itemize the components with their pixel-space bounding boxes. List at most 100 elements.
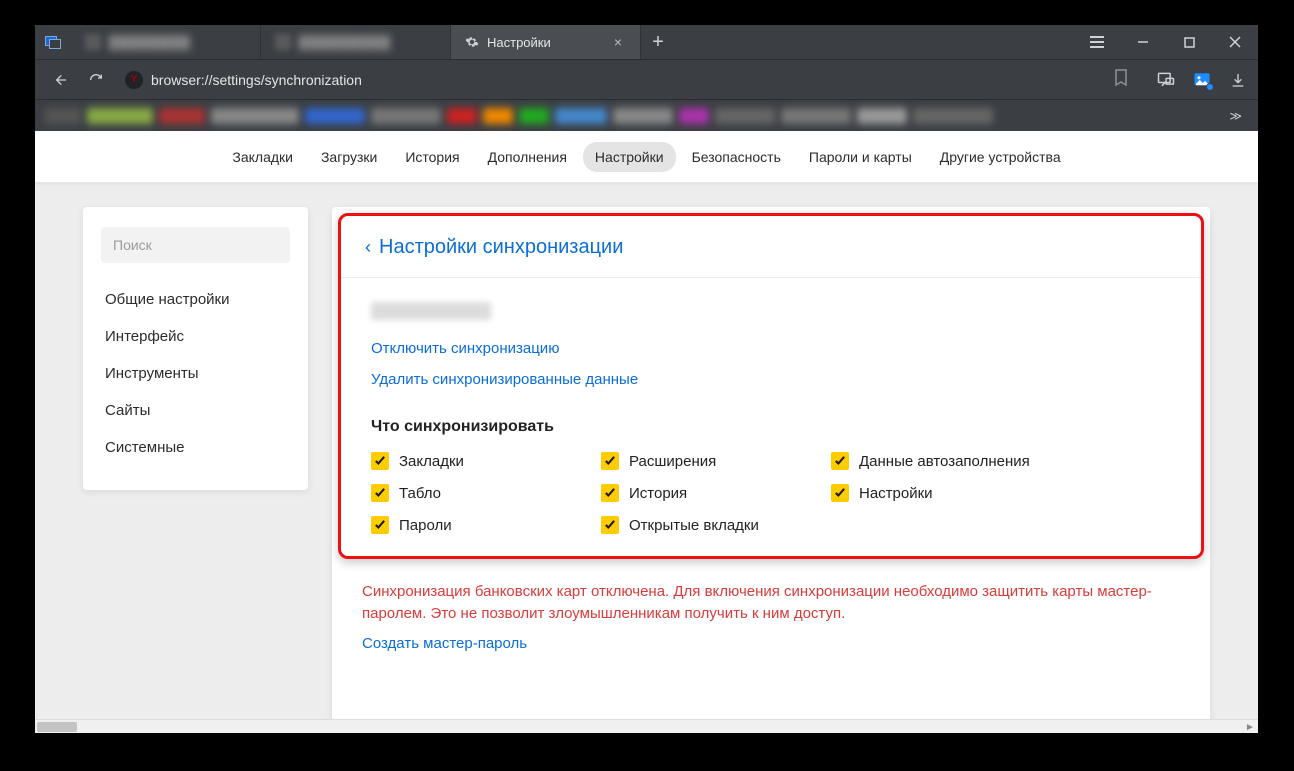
checkbox[interactable] xyxy=(371,516,389,534)
topmenu-item[interactable]: Настройки xyxy=(583,142,676,172)
horizontal-scrollbar[interactable]: ◄ ► xyxy=(35,719,1258,733)
sidebar-item[interactable]: Системные xyxy=(83,429,308,466)
topmenu-item[interactable]: История xyxy=(393,142,471,172)
bookmark-chip[interactable] xyxy=(447,108,477,124)
close-window-button[interactable] xyxy=(1212,25,1258,59)
feedback-icon[interactable] xyxy=(1156,70,1176,90)
settings-search-input[interactable] xyxy=(101,227,290,263)
sidebar-item[interactable]: Общие настройки xyxy=(83,281,308,318)
bookmarks-overflow-button[interactable]: ≫ xyxy=(1223,109,1248,123)
site-identity-icon[interactable]: Y xyxy=(125,71,143,89)
checkbox[interactable] xyxy=(371,452,389,470)
sync-checkbox: Настройки xyxy=(831,484,1171,502)
create-master-password-link[interactable]: Создать мастер-пароль xyxy=(362,635,527,652)
maximize-button[interactable] xyxy=(1166,25,1212,59)
sync-heading: Что синхронизировать xyxy=(371,418,1171,436)
sidebar-item[interactable]: Сайты xyxy=(83,392,308,429)
sync-checkbox: Открытые вкладки xyxy=(601,516,831,534)
bookmark-chip[interactable] xyxy=(857,108,907,124)
checkbox[interactable] xyxy=(831,484,849,502)
sync-checkbox: Расширения xyxy=(601,452,831,470)
scroll-right-icon[interactable]: ► xyxy=(1242,720,1258,733)
tab-label: ████████ xyxy=(109,35,191,50)
bookmark-chip[interactable] xyxy=(519,108,549,124)
warning-block: Синхронизация банковских карт отключена.… xyxy=(332,565,1210,653)
sync-checkbox: Закладки xyxy=(371,452,601,470)
bookmark-chip[interactable] xyxy=(613,108,673,124)
bookmark-icon[interactable] xyxy=(1114,69,1128,91)
reload-button[interactable] xyxy=(81,65,111,95)
bookmark-chip[interactable] xyxy=(555,108,607,124)
checkbox-label[interactable]: Данные автозаполнения xyxy=(859,453,1030,470)
back-chevron-icon[interactable]: ‹ xyxy=(365,237,371,258)
bookmarks-bar: ≫ xyxy=(35,99,1258,131)
browser-window: ████████ █████████ Настройки × + Y br xyxy=(34,24,1259,734)
checkbox[interactable] xyxy=(601,516,619,534)
checkbox-label[interactable]: Открытые вкладки xyxy=(629,517,759,534)
highlight-box: ‹ Настройки синхронизации Отключить синх… xyxy=(338,213,1204,559)
panel-header: ‹ Настройки синхронизации xyxy=(341,216,1201,278)
tab-active[interactable]: Настройки × xyxy=(451,25,641,59)
checkbox[interactable] xyxy=(601,452,619,470)
tab[interactable]: ████████ xyxy=(71,25,261,59)
arrow-left-icon xyxy=(52,72,68,88)
sync-checkbox: Табло xyxy=(371,484,601,502)
bookmark-chip[interactable] xyxy=(159,108,205,124)
picture-badge-icon[interactable] xyxy=(1192,70,1212,90)
minimize-icon xyxy=(1137,36,1149,48)
settings-sidebar: Общие настройкиИнтерфейсИнструментыСайты… xyxy=(83,207,308,490)
sidebar-item[interactable]: Интерфейс xyxy=(83,318,308,355)
topmenu-item[interactable]: Загрузки xyxy=(309,142,389,172)
hamburger-icon xyxy=(1090,36,1104,48)
bookmark-chip[interactable] xyxy=(211,108,299,124)
gear-icon xyxy=(465,35,479,49)
close-tab-button[interactable]: × xyxy=(610,34,626,50)
cascade-windows-icon[interactable] xyxy=(45,36,61,48)
checkbox-label[interactable]: Закладки xyxy=(399,453,464,470)
account-name-blurred xyxy=(371,302,491,320)
bookmark-chip[interactable] xyxy=(305,108,365,124)
checkbox-label[interactable]: Табло xyxy=(399,485,441,502)
sidebar-item[interactable]: Инструменты xyxy=(83,355,308,392)
content-area: ЗакладкиЗагрузкиИсторияДополненияНастрой… xyxy=(35,131,1258,733)
bookmark-chip[interactable] xyxy=(715,108,775,124)
topmenu-item[interactable]: Закладки xyxy=(220,142,305,172)
checkbox-label[interactable]: История xyxy=(629,485,687,502)
tab-label: Настройки xyxy=(487,35,551,50)
checkbox[interactable] xyxy=(371,484,389,502)
warning-text: Синхронизация банковских карт отключена.… xyxy=(362,581,1180,625)
back-button[interactable] xyxy=(45,65,75,95)
topmenu-item[interactable]: Другие устройства xyxy=(928,142,1073,172)
tab[interactable]: █████████ xyxy=(261,25,451,59)
checkbox-label[interactable]: Расширения xyxy=(629,453,716,470)
sync-checkbox: История xyxy=(601,484,831,502)
tabs-strip: ████████ █████████ Настройки × + xyxy=(71,25,1074,59)
topmenu-item[interactable]: Безопасность xyxy=(680,142,793,172)
checkbox[interactable] xyxy=(831,452,849,470)
bookmark-chip[interactable] xyxy=(483,108,513,124)
tab-label: █████████ xyxy=(299,35,391,50)
new-tab-button[interactable]: + xyxy=(641,25,675,59)
bookmark-chip[interactable] xyxy=(371,108,441,124)
menu-button[interactable] xyxy=(1074,25,1120,59)
scrollbar-thumb[interactable] xyxy=(37,722,77,732)
bookmark-chip[interactable] xyxy=(679,108,709,124)
delete-sync-data-link[interactable]: Удалить синхронизированные данные xyxy=(371,371,1171,388)
disable-sync-link[interactable]: Отключить синхронизацию xyxy=(371,340,1171,357)
checkbox-label[interactable]: Настройки xyxy=(859,485,933,502)
topmenu-item[interactable]: Пароли и карты xyxy=(797,142,924,172)
bookmark-chip[interactable] xyxy=(45,108,81,124)
bookmark-chip[interactable] xyxy=(913,108,993,124)
checkbox-label[interactable]: Пароли xyxy=(399,517,452,534)
minimize-button[interactable] xyxy=(1120,25,1166,59)
url-box[interactable]: Y browser://settings/synchronization xyxy=(117,65,1136,95)
bookmark-chip[interactable] xyxy=(781,108,851,124)
reload-icon xyxy=(88,72,104,88)
sync-check-grid: Закладки Расширения Данные автозаполнения Т… xyxy=(371,452,1171,534)
downloads-icon[interactable] xyxy=(1228,70,1248,90)
settings-topmenu: ЗакладкиЗагрузкиИсторияДополненияНастрой… xyxy=(35,131,1258,183)
tab-favicon-icon xyxy=(275,34,291,50)
topmenu-item[interactable]: Дополнения xyxy=(476,142,579,172)
checkbox[interactable] xyxy=(601,484,619,502)
bookmark-chip[interactable] xyxy=(87,108,153,124)
